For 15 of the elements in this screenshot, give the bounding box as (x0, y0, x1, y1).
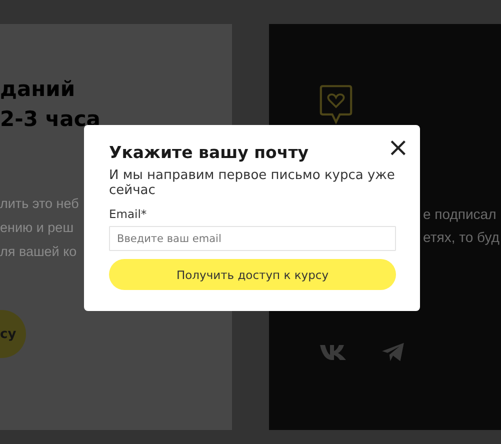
heading-text: даний (0, 76, 76, 103)
panel-text: етях, то буд (423, 228, 500, 247)
email-field[interactable]: Введите ваш email (109, 226, 396, 251)
dialog-subtitle: И мы направим первое письмо курса уже сейчас (109, 168, 396, 198)
heading-text: 2-3 часа (0, 106, 100, 133)
close-button[interactable]: × (387, 137, 409, 159)
panel-text: е подписал (423, 205, 498, 224)
heart-chat-icon (319, 84, 353, 126)
dialog-title: Укажите вашу почту (109, 143, 309, 162)
get-access-button[interactable]: Получить доступ к курсу (109, 259, 396, 290)
body-text: ля вашей ко (0, 243, 77, 261)
body-text: ению и реш (0, 219, 74, 237)
email-label: Email* (109, 207, 148, 221)
body-text: лить это неб (0, 195, 79, 213)
vk-icon[interactable] (319, 342, 347, 362)
